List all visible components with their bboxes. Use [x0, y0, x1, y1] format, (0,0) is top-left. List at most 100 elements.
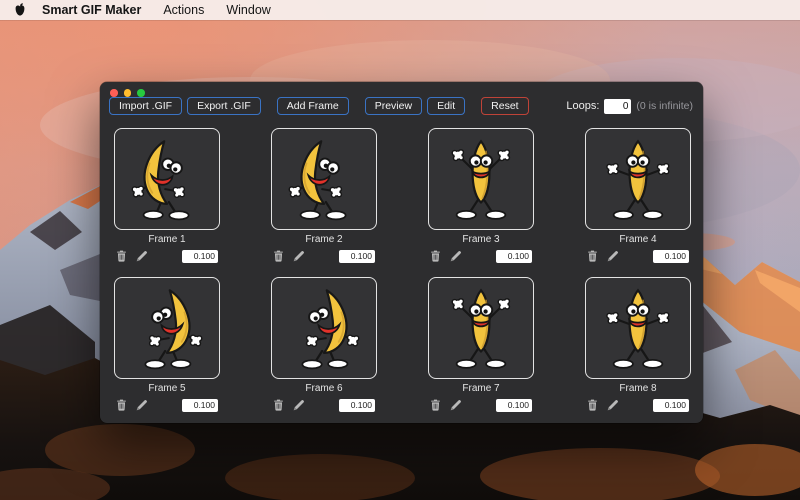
frame-thumbnail[interactable]: [114, 128, 220, 230]
frame-duration-input[interactable]: [339, 399, 375, 412]
trash-icon: [273, 250, 284, 262]
loops-control: Loops: (0 is infinite): [566, 99, 693, 114]
menu-item-window[interactable]: Window: [226, 3, 270, 17]
frame-label: Frame 3: [428, 234, 534, 246]
frame-label: Frame 5: [114, 383, 220, 395]
frame-controls: [428, 398, 534, 412]
window-controls: [110, 89, 145, 97]
frame-cell: Frame 5: [114, 277, 220, 412]
toolbar: Import .GIF Export .GIF Add Frame Preview Ed…: [109, 97, 693, 115]
export-gif-button[interactable]: Export .GIF: [187, 97, 261, 115]
pencil-icon: [293, 250, 305, 262]
frame-controls: [114, 398, 220, 412]
trash-icon: [430, 399, 441, 411]
preview-button[interactable]: Preview: [365, 97, 422, 115]
loops-label: Loops:: [566, 100, 599, 112]
frame-duration-input[interactable]: [182, 399, 218, 412]
frame-controls: [585, 249, 691, 263]
frame-thumbnail[interactable]: [271, 128, 377, 230]
frame-cell: Frame 2: [271, 128, 377, 263]
frame-controls: [428, 249, 534, 263]
trash-icon: [430, 250, 441, 262]
loops-input[interactable]: [604, 99, 631, 114]
frame-controls: [271, 249, 377, 263]
minimize-button[interactable]: [124, 89, 132, 97]
pencil-icon: [450, 399, 462, 411]
banana-image: [121, 133, 213, 225]
frame-cell: Frame 6: [271, 277, 377, 412]
frame-label: Frame 1: [114, 234, 220, 246]
trash-icon: [116, 250, 127, 262]
frame-controls: [585, 398, 691, 412]
menu-app-name[interactable]: Smart GIF Maker: [42, 3, 141, 17]
import-gif-button[interactable]: Import .GIF: [109, 97, 182, 115]
delete-frame-button[interactable]: [430, 250, 443, 263]
frame-grid: Frame 1 Frame 2: [114, 128, 691, 412]
frame-thumbnail[interactable]: [428, 128, 534, 230]
frame-cell: Frame 4: [585, 128, 691, 263]
apple-logo-glyph: [14, 3, 26, 17]
trash-icon: [116, 399, 127, 411]
frame-thumbnail[interactable]: [271, 277, 377, 379]
delete-frame-button[interactable]: [587, 250, 600, 263]
frame-label: Frame 6: [271, 383, 377, 395]
edit-frame-button[interactable]: [450, 399, 463, 412]
pencil-icon: [136, 399, 148, 411]
menu-item-actions[interactable]: Actions: [163, 3, 204, 17]
edit-button[interactable]: Edit: [427, 97, 465, 115]
delete-frame-button[interactable]: [273, 250, 286, 263]
delete-frame-button[interactable]: [116, 399, 129, 412]
frame-controls: [271, 398, 377, 412]
edit-frame-button[interactable]: [607, 399, 620, 412]
edit-frame-button[interactable]: [293, 399, 306, 412]
close-button[interactable]: [110, 89, 118, 97]
banana-image: [278, 133, 370, 225]
frame-thumbnail[interactable]: [114, 277, 220, 379]
frame-label: Frame 2: [271, 234, 377, 246]
menu-bar: Smart GIF Maker Actions Window: [0, 0, 800, 20]
app-window: Import .GIF Export .GIF Add Frame Preview Ed…: [100, 82, 703, 423]
pencil-icon: [607, 399, 619, 411]
edit-frame-button[interactable]: [136, 399, 149, 412]
toolbar-buttons: Import .GIF Export .GIF Add Frame Preview Ed…: [109, 97, 529, 115]
frame-cell: Frame 1: [114, 128, 220, 263]
edit-frame-button[interactable]: [136, 250, 149, 263]
pencil-icon: [450, 250, 462, 262]
banana-image: [592, 282, 684, 374]
frame-label: Frame 4: [585, 234, 691, 246]
frame-controls: [114, 249, 220, 263]
reset-button[interactable]: Reset: [481, 97, 528, 115]
banana-image: [435, 133, 527, 225]
delete-frame-button[interactable]: [430, 399, 443, 412]
banana-image: [592, 133, 684, 225]
frame-duration-input[interactable]: [653, 399, 689, 412]
pencil-icon: [136, 250, 148, 262]
trash-icon: [587, 399, 598, 411]
apple-icon[interactable]: [14, 3, 26, 17]
frame-duration-input[interactable]: [182, 250, 218, 263]
add-frame-button[interactable]: Add Frame: [277, 97, 349, 115]
banana-image: [435, 282, 527, 374]
pencil-icon: [607, 250, 619, 262]
loops-hint: (0 is infinite): [636, 100, 693, 112]
frame-duration-input[interactable]: [496, 399, 532, 412]
edit-frame-button[interactable]: [450, 250, 463, 263]
pencil-icon: [293, 399, 305, 411]
delete-frame-button[interactable]: [116, 250, 129, 263]
edit-frame-button[interactable]: [607, 250, 620, 263]
delete-frame-button[interactable]: [273, 399, 286, 412]
frame-duration-input[interactable]: [496, 250, 532, 263]
frame-thumbnail[interactable]: [428, 277, 534, 379]
frame-duration-input[interactable]: [339, 250, 375, 263]
frame-label: Frame 7: [428, 383, 534, 395]
frame-thumbnail[interactable]: [585, 128, 691, 230]
frame-thumbnail[interactable]: [585, 277, 691, 379]
frame-cell: Frame 7: [428, 277, 534, 412]
banana-image: [278, 282, 370, 374]
delete-frame-button[interactable]: [587, 399, 600, 412]
frame-cell: Frame 3: [428, 128, 534, 263]
frame-cell: Frame 8: [585, 277, 691, 412]
edit-frame-button[interactable]: [293, 250, 306, 263]
frame-duration-input[interactable]: [653, 250, 689, 263]
zoom-button[interactable]: [137, 89, 145, 97]
